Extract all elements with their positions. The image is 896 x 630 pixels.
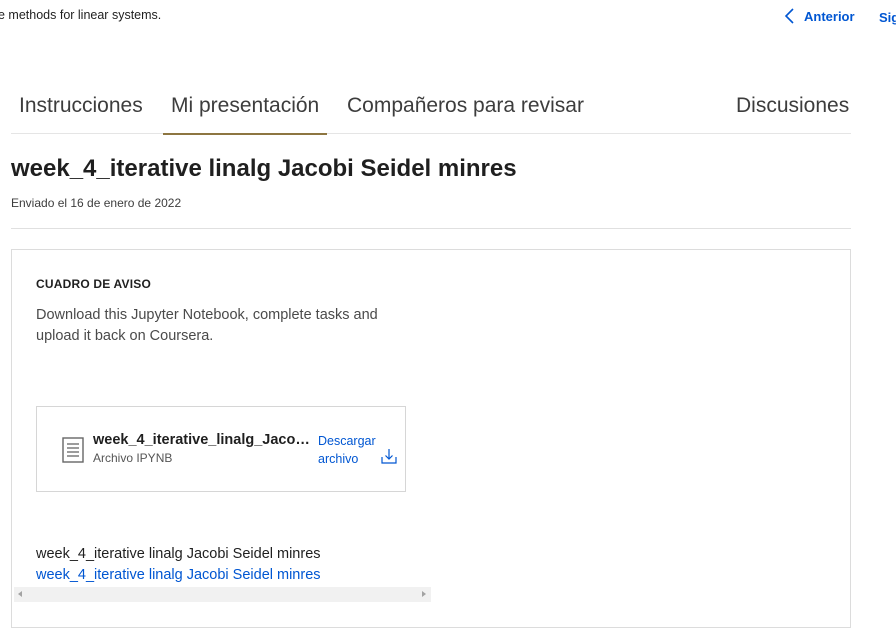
document-icon	[62, 437, 84, 463]
notice-text: Download this Jupyter Notebook, complete…	[36, 307, 378, 344]
submission-caption: week_4_iterative linalg Jacobi Seidel mi…	[36, 546, 321, 562]
download-link[interactable]: Descargar archivo	[318, 432, 380, 468]
file-name[interactable]: week_4_iterative_linalg_Jacobi_Seidel_mi…	[93, 432, 311, 448]
submission-link[interactable]: week_4_iterative linalg Jacobi Seidel mi…	[36, 567, 321, 583]
scroll-left-arrow-icon[interactable]	[18, 591, 22, 597]
submission-card: CUADRO DE AVISO Download this Jupyter No…	[11, 249, 851, 628]
download-icon[interactable]	[381, 448, 397, 464]
top-bar: e methods for linear systems. Anterior S…	[0, 0, 896, 36]
submission-date: Enviado el 16 de enero de 2022	[11, 196, 182, 210]
assignment-description: e methods for linear systems.	[0, 8, 162, 22]
tab-bar: Instrucciones Mi presentación Compañeros…	[11, 82, 851, 135]
tab-my-submission[interactable]: Mi presentación	[163, 94, 328, 135]
previous-label: Anterior	[804, 8, 855, 24]
tab-instructions[interactable]: Instrucciones	[19, 94, 143, 134]
chevron-left-icon	[784, 8, 794, 24]
next-button[interactable]: Sig	[879, 10, 896, 25]
divider	[11, 228, 851, 229]
previous-button[interactable]: Anterior	[783, 8, 855, 24]
horizontal-scrollbar[interactable]	[14, 587, 431, 602]
scroll-right-arrow-icon[interactable]	[422, 591, 426, 597]
file-attachment: week_4_iterative_linalg_Jacobi_Seidel_mi…	[36, 406, 406, 492]
tab-peers-to-review[interactable]: Compañeros para revisar	[347, 94, 584, 134]
file-type: Archivo IPYNB	[93, 451, 173, 465]
submission-title: week_4_iterative linalg Jacobi Seidel mi…	[11, 155, 517, 182]
notice-heading: CUADRO DE AVISO	[36, 277, 152, 291]
tab-discussions[interactable]: Discusiones	[736, 94, 849, 134]
